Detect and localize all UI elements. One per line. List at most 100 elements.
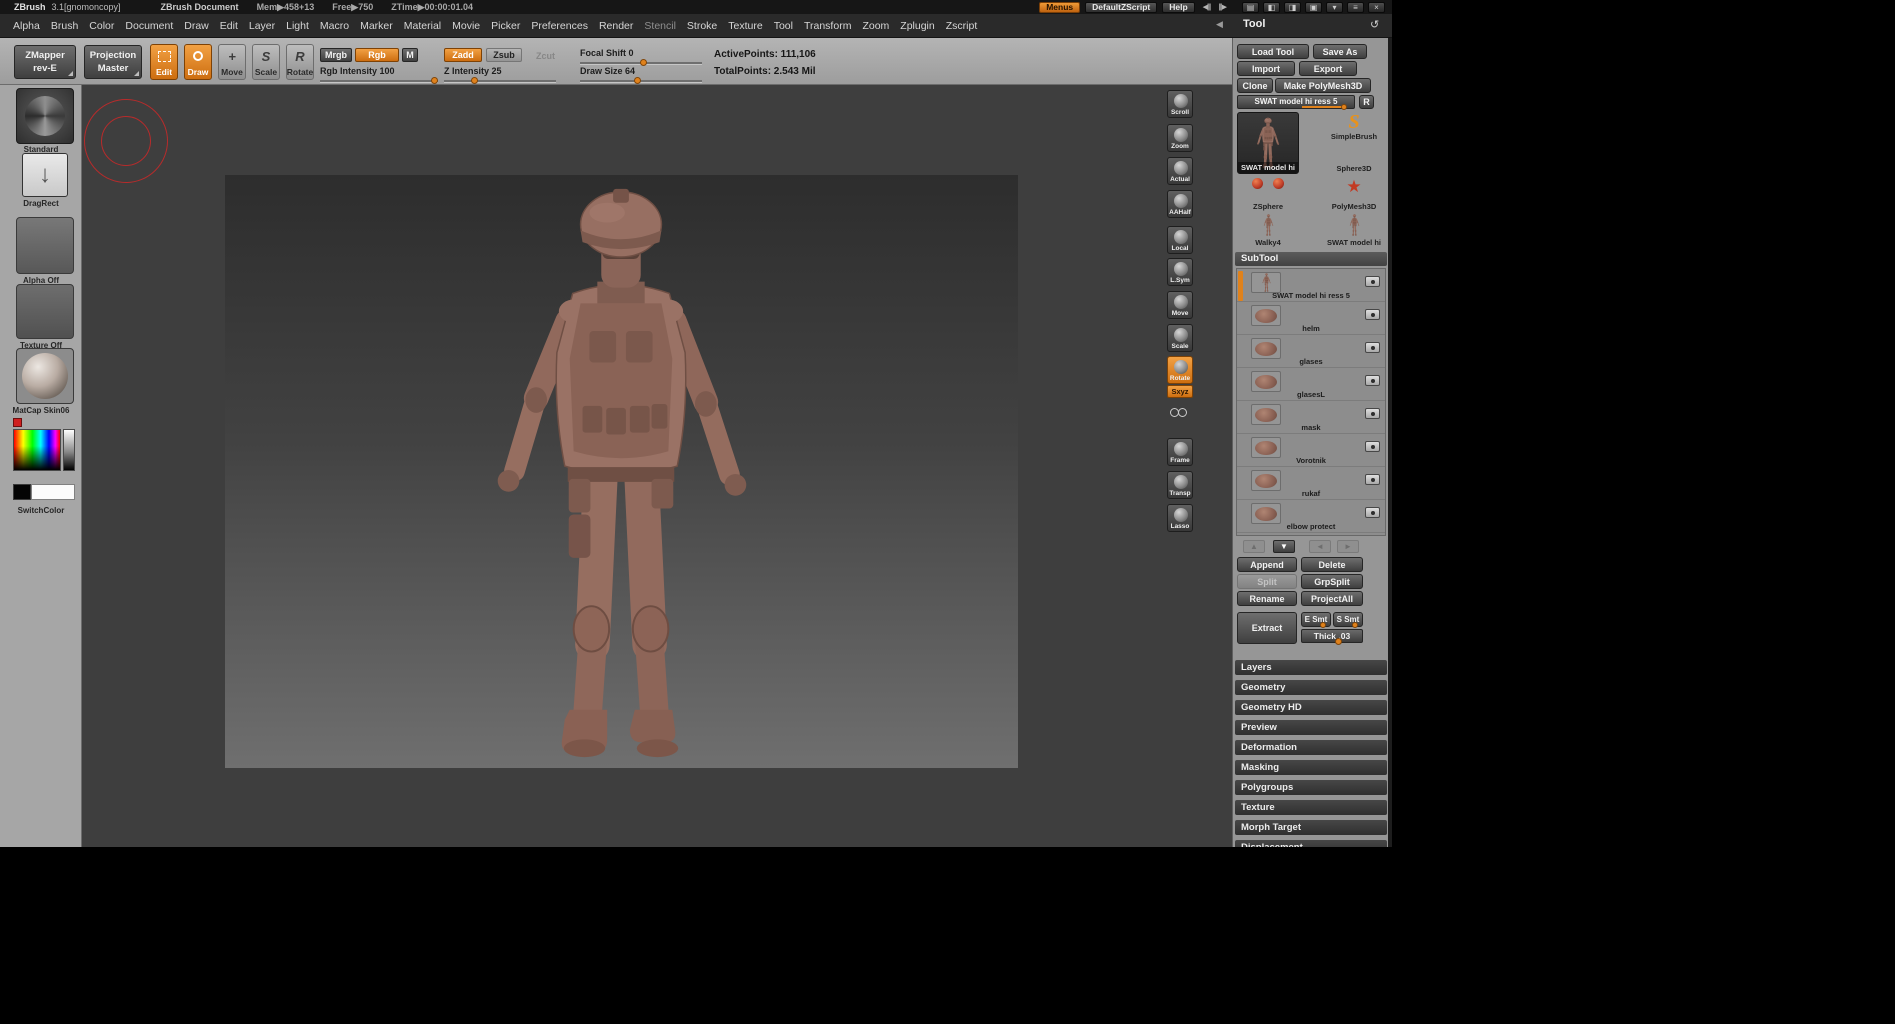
grpsplit-button[interactable]: GrpSplit: [1301, 574, 1363, 589]
rgb-button[interactable]: Rgb: [355, 48, 399, 62]
menu-picker[interactable]: Picker: [491, 20, 520, 32]
help-button[interactable]: Help: [1162, 2, 1194, 13]
tool-item-zsphere[interactable]: ZSphere: [1237, 178, 1299, 212]
subtool-thumbnail[interactable]: [1251, 305, 1281, 326]
current-tool-slider-handle[interactable]: [1341, 104, 1347, 110]
e-smt-handle[interactable]: [1320, 622, 1326, 628]
visibility-eye-icon[interactable]: [1365, 441, 1380, 452]
tool-item-swat-model[interactable]: SWAT model hi: [1323, 214, 1385, 248]
transp-button[interactable]: Transp: [1167, 471, 1193, 499]
import-button[interactable]: Import: [1237, 61, 1295, 76]
primary-color-swatch[interactable]: [31, 484, 75, 500]
m-button[interactable]: M: [402, 48, 418, 62]
subtool-thumbnail[interactable]: [1251, 272, 1281, 293]
visibility-eye-icon[interactable]: [1365, 276, 1380, 287]
menu-alpha[interactable]: Alpha: [13, 20, 40, 32]
section-geometry[interactable]: Geometry: [1235, 680, 1387, 695]
tool-item-sphere3d[interactable]: Sphere3D: [1323, 144, 1385, 174]
current-tool-button[interactable]: SWAT model hi ress 5: [1237, 95, 1355, 109]
shelf-scroll-right-icon[interactable]: ||||▶: [1218, 3, 1226, 11]
refresh-icon[interactable]: ↺: [1370, 18, 1379, 31]
close-icon[interactable]: ×: [1368, 2, 1385, 13]
subtool-thumbnail[interactable]: [1251, 437, 1281, 458]
subtool-row[interactable]: elbow protect: [1237, 500, 1385, 533]
edit-mode-button[interactable]: Edit: [150, 44, 178, 80]
current-brush-thumbnail[interactable]: [16, 88, 74, 144]
lasso-button[interactable]: Lasso: [1167, 504, 1193, 532]
section-displacement[interactable]: Displacement: [1235, 840, 1387, 847]
actual-button[interactable]: Actual: [1167, 157, 1193, 185]
menu-movie[interactable]: Movie: [452, 20, 480, 32]
subtool-row[interactable]: Vorotnik: [1237, 434, 1385, 467]
projection-master-button[interactable]: Projection Master: [84, 45, 142, 79]
subtool-thumbnail[interactable]: [1251, 338, 1281, 359]
shelf-scroll-left-icon[interactable]: ◀||||: [1203, 3, 1211, 11]
delete-button[interactable]: Delete: [1301, 557, 1363, 572]
subtool-next-icon[interactable]: ►: [1337, 540, 1359, 553]
restore-config-button[interactable]: R: [1359, 95, 1374, 109]
tool-item-walky4[interactable]: Walky4: [1237, 214, 1299, 248]
menu-zoom[interactable]: Zoom: [862, 20, 889, 32]
subtool-thumbnail[interactable]: [1251, 404, 1281, 425]
section-morph-target[interactable]: Morph Target: [1235, 820, 1387, 835]
rotate-tray-button[interactable]: Rotate: [1167, 356, 1193, 384]
zmapper-button[interactable]: ZMapper rev-E: [14, 45, 76, 79]
split-left-icon[interactable]: ◧: [1263, 2, 1280, 13]
section-preview[interactable]: Preview: [1235, 720, 1387, 735]
subtool-row[interactable]: helm: [1237, 302, 1385, 335]
section-deformation[interactable]: Deformation: [1235, 740, 1387, 755]
current-material-thumbnail[interactable]: [16, 348, 74, 404]
menu-color[interactable]: Color: [89, 20, 114, 32]
menu-texture[interactable]: Texture: [728, 20, 762, 32]
default-zscript-button[interactable]: DefaultZScript: [1085, 2, 1157, 13]
menu-light[interactable]: Light: [286, 20, 309, 32]
current-alpha-thumbnail[interactable]: [16, 217, 74, 274]
subtool-thumbnail[interactable]: [1251, 470, 1281, 491]
zadd-button[interactable]: Zadd: [444, 48, 482, 62]
zsub-button[interactable]: Zsub: [486, 48, 522, 62]
menu-preferences[interactable]: Preferences: [531, 20, 588, 32]
z-intensity-slider[interactable]: Z Intensity 25: [444, 66, 556, 82]
local-button[interactable]: Local: [1167, 226, 1193, 254]
slider-handle[interactable]: [471, 77, 478, 84]
menu-transform[interactable]: Transform: [804, 20, 851, 32]
visibility-eye-icon[interactable]: [1365, 375, 1380, 386]
menu-draw[interactable]: Draw: [184, 20, 209, 32]
panel-layout-icon[interactable]: ▤: [1242, 2, 1259, 13]
draw-mode-button[interactable]: Draw: [184, 44, 212, 80]
scale-mode-button[interactable]: S Scale: [252, 44, 280, 80]
rgb-intensity-slider[interactable]: Rgb Intensity 100: [320, 66, 438, 82]
visibility-eye-icon[interactable]: [1365, 309, 1380, 320]
visibility-eye-icon[interactable]: [1365, 408, 1380, 419]
document-canvas[interactable]: [225, 175, 1018, 768]
subtool-row[interactable]: glasesL: [1237, 368, 1385, 401]
subtool-up-icon[interactable]: ▲: [1243, 540, 1265, 553]
menu-layer[interactable]: Layer: [249, 20, 275, 32]
move-mode-button[interactable]: + Move: [218, 44, 246, 80]
current-texture-thumbnail[interactable]: [16, 284, 74, 339]
draw-size-slider[interactable]: Draw Size 64: [580, 66, 702, 82]
menu-macro[interactable]: Macro: [320, 20, 349, 32]
link-icon[interactable]: [1169, 405, 1191, 421]
section-masking[interactable]: Masking: [1235, 760, 1387, 775]
tool-item-simplebrush[interactable]: S SimpleBrush: [1323, 112, 1385, 142]
sxyz-button[interactable]: Sxyz: [1167, 385, 1193, 398]
lock-icon[interactable]: ▣: [1305, 2, 1322, 13]
menu-render[interactable]: Render: [599, 20, 633, 32]
lsym-button[interactable]: L.Sym: [1167, 258, 1193, 286]
slider-handle[interactable]: [431, 77, 438, 84]
slider-handle[interactable]: [640, 59, 647, 66]
subtool-thumbnail[interactable]: [1251, 371, 1281, 392]
append-button[interactable]: Append: [1237, 557, 1297, 572]
color-picker-square[interactable]: [13, 429, 61, 471]
panel-scrollbar[interactable]: [1388, 38, 1392, 847]
e-smt-toggle[interactable]: E Smt: [1301, 612, 1331, 627]
visibility-eye-icon[interactable]: [1365, 342, 1380, 353]
subtool-row[interactable]: rukaf: [1237, 467, 1385, 500]
switch-color-button[interactable]: SwitchColor: [0, 506, 82, 515]
menus-button[interactable]: Menus: [1039, 2, 1080, 13]
active-tool-thumbnail[interactable]: SWAT model hi: [1237, 112, 1299, 174]
secondary-color-swatch[interactable]: [13, 484, 31, 500]
scale-tray-button[interactable]: Scale: [1167, 324, 1193, 352]
subtool-down-icon[interactable]: ▼: [1273, 540, 1295, 553]
